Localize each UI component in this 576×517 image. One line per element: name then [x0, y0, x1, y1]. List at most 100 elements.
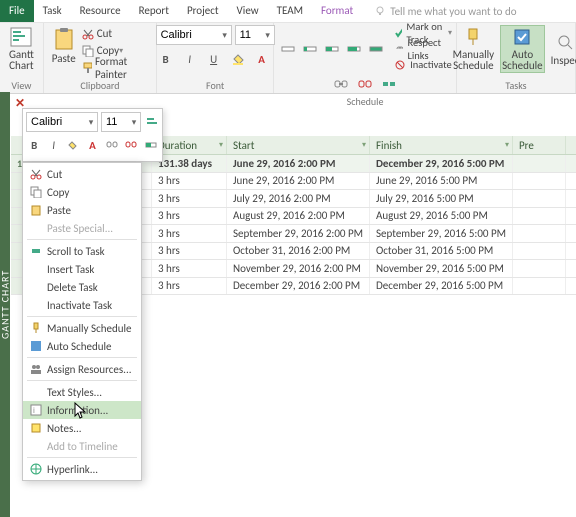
mini-italic[interactable]: I: [45, 135, 61, 155]
inspect-button[interactable]: Inspec: [547, 25, 576, 73]
ctx-copy[interactable]: Copy: [23, 183, 141, 201]
tab-resource[interactable]: Resource: [71, 0, 130, 22]
gantt-chart-button[interactable]: Gantt Chart: [5, 25, 38, 73]
paste-button[interactable]: Paste: [48, 25, 80, 66]
tab-view[interactable]: View: [228, 0, 268, 22]
pct50-button[interactable]: [322, 39, 342, 59]
cell-start[interactable]: July 29, 2016 2:00 PM: [227, 190, 370, 207]
underline-button[interactable]: U: [204, 49, 224, 69]
col-start[interactable]: Start▾: [227, 136, 370, 154]
font-name-combo[interactable]: ▾: [156, 25, 232, 45]
gantt-label: Gantt Chart: [9, 49, 34, 71]
mini-size-combo[interactable]: ▾: [101, 112, 141, 132]
mini-link[interactable]: [104, 135, 120, 155]
col-duration[interactable]: Duration▾: [152, 136, 227, 154]
font-size-input[interactable]: [236, 27, 262, 43]
cell-pre[interactable]: [513, 190, 566, 207]
cell-duration[interactable]: 131.38 days: [152, 155, 227, 172]
ctx-paste[interactable]: Paste: [23, 201, 141, 219]
mini-font-combo[interactable]: ▾: [26, 112, 98, 132]
col-finish[interactable]: Finish▾: [370, 136, 513, 154]
font-name-input[interactable]: [157, 27, 219, 43]
cell-finish[interactable]: October 31, 2016 5:00 PM: [370, 243, 513, 260]
cell-pre[interactable]: [513, 225, 566, 242]
fill-color-button[interactable]: [228, 49, 248, 69]
ctx-notes[interactable]: Notes...: [23, 419, 141, 437]
cell-finish[interactable]: December 29, 2016 5:00 PM: [370, 278, 513, 295]
auto-schedule-button[interactable]: Auto Schedule: [500, 25, 545, 73]
cell-pre[interactable]: [513, 278, 566, 295]
ctx-delete-task[interactable]: Delete Task: [23, 278, 141, 296]
font-color-button[interactable]: A: [252, 49, 272, 69]
cut-button[interactable]: Cut: [82, 25, 152, 42]
pct100-button[interactable]: [366, 39, 386, 59]
link-tasks-button[interactable]: [331, 74, 351, 94]
cell-start[interactable]: October 31, 2016 2:00 PM: [227, 243, 370, 260]
respect-links-button[interactable]: Respect Links: [394, 41, 452, 56]
bold-button[interactable]: B: [156, 49, 176, 69]
cell-duration[interactable]: 3 hrs: [152, 225, 227, 242]
tell-me[interactable]: Tell me what you want to do: [374, 5, 516, 18]
cell-finish[interactable]: December 29, 2016 5:00 PM: [370, 155, 513, 172]
cell-start[interactable]: August 29, 2016 2:00 PM: [227, 208, 370, 225]
col-predecessors[interactable]: Pre: [513, 136, 566, 154]
cell-pre[interactable]: [513, 243, 566, 260]
cell-pre[interactable]: [513, 173, 566, 190]
pct0-button[interactable]: [278, 39, 298, 59]
cell-duration[interactable]: 3 hrs: [152, 260, 227, 277]
ctx-manually-schedule[interactable]: Manually Schedule: [23, 319, 141, 337]
ctx-inactivate-task[interactable]: Inactivate Task: [23, 296, 141, 314]
tab-file[interactable]: File: [0, 0, 34, 22]
cell-pre[interactable]: [513, 260, 566, 277]
cell-duration[interactable]: 3 hrs: [152, 243, 227, 260]
pct75-button[interactable]: [344, 39, 364, 59]
unlink-tasks-button[interactable]: [355, 74, 375, 94]
mini-size-input[interactable]: [102, 114, 128, 130]
mini-font-input[interactable]: [27, 114, 85, 130]
ctx-cut[interactable]: Cut: [23, 165, 141, 183]
cell-finish[interactable]: August 29, 2016 5:00 PM: [370, 208, 513, 225]
ctx-auto-schedule[interactable]: Auto Schedule: [23, 337, 141, 355]
ctx-information[interactable]: iInformation...: [23, 401, 141, 419]
mini-pct[interactable]: [143, 135, 159, 155]
cell-pre[interactable]: [513, 155, 566, 172]
cell-duration[interactable]: 3 hrs: [152, 173, 227, 190]
format-painter-button[interactable]: Format Painter: [82, 59, 152, 76]
tab-project[interactable]: Project: [178, 0, 228, 22]
tab-report[interactable]: Report: [130, 0, 178, 22]
tab-task[interactable]: Task: [34, 0, 71, 22]
tab-format[interactable]: Format: [312, 0, 362, 22]
format-painter-label: Format Painter: [95, 55, 152, 81]
cell-finish[interactable]: June 29, 2016 5:00 PM: [370, 173, 513, 190]
cell-finish[interactable]: September 29, 2016 5:00 PM: [370, 225, 513, 242]
cell-start[interactable]: December 29, 2016 2:00 PM: [227, 278, 370, 295]
mini-bold[interactable]: B: [26, 135, 42, 155]
inactivate-button[interactable]: Inactivate: [394, 57, 452, 72]
mini-fill[interactable]: [65, 135, 81, 155]
italic-button[interactable]: I: [180, 49, 200, 69]
ctx-text-styles[interactable]: Text Styles...: [23, 383, 141, 401]
ctx-insert-task[interactable]: Insert Task: [23, 260, 141, 278]
split-task-button[interactable]: [379, 74, 399, 94]
mini-unlink[interactable]: [123, 135, 139, 155]
cell-duration[interactable]: 3 hrs: [152, 208, 227, 225]
sidebar-gantt-chart[interactable]: GANTT CHART: [0, 92, 10, 517]
tab-team[interactable]: TEAM: [268, 0, 312, 22]
ctx-scroll-to-task[interactable]: Scroll to Task: [23, 242, 141, 260]
cell-pre[interactable]: [513, 208, 566, 225]
cell-start[interactable]: June 29, 2016 2:00 PM: [227, 155, 370, 172]
cell-start[interactable]: September 29, 2016 2:00 PM: [227, 225, 370, 242]
cell-start[interactable]: November 29, 2016 2:00 PM: [227, 260, 370, 277]
mini-fontcolor[interactable]: A: [84, 135, 100, 155]
cell-finish[interactable]: July 29, 2016 5:00 PM: [370, 190, 513, 207]
cell-duration[interactable]: 3 hrs: [152, 278, 227, 295]
manually-schedule-button[interactable]: Manually Schedule: [449, 25, 499, 73]
mini-extra-button[interactable]: [144, 112, 159, 132]
cell-start[interactable]: June 29, 2016 2:00 PM: [227, 173, 370, 190]
cell-duration[interactable]: 3 hrs: [152, 190, 227, 207]
pct25-button[interactable]: [300, 39, 320, 59]
ctx-assign-resources[interactable]: Assign Resources...: [23, 360, 141, 378]
font-size-combo[interactable]: ▾: [235, 25, 275, 45]
ctx-hyperlink[interactable]: Hyperlink...: [23, 460, 141, 478]
cell-finish[interactable]: November 29, 2016 5:00 PM: [370, 260, 513, 277]
